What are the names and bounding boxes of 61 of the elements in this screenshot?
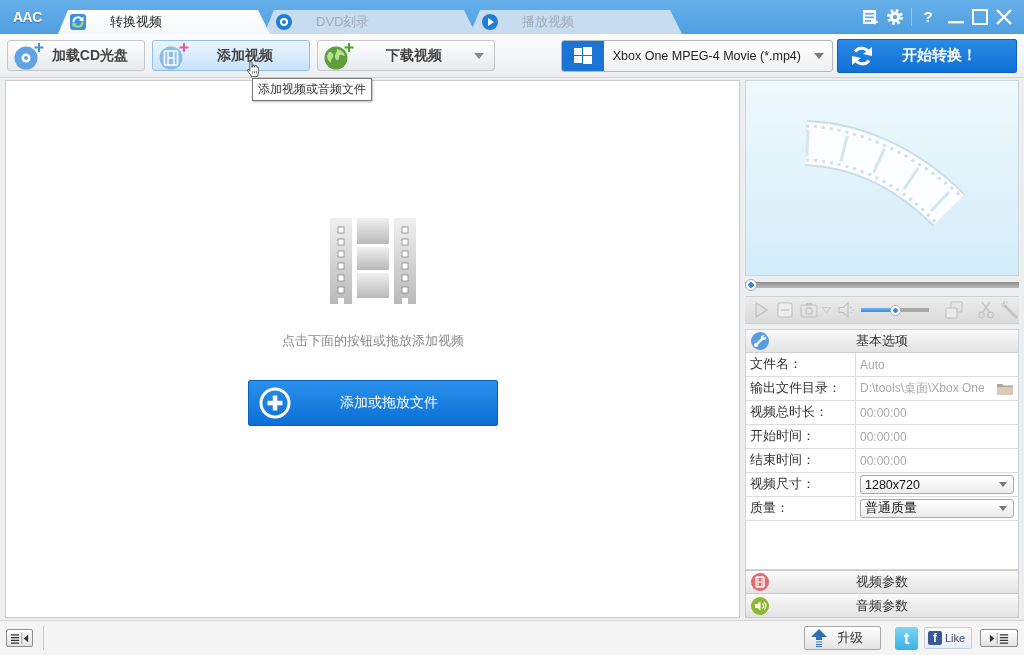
close-icon[interactable] [996,9,1012,25]
maximize-icon[interactable] [972,9,988,25]
right-arrow-list-icon [989,632,1009,644]
speaker-icon[interactable] [837,301,855,319]
wrench-icon [751,332,769,350]
up-arrow-icon [811,629,827,647]
tooltip: 添加视频或音频文件 [252,78,372,101]
toolbar-button[interactable]: 加载CD光盘 [7,40,145,71]
tab[interactable]: 转换视频 [58,10,270,34]
app-logo: AAC [13,9,43,25]
field-label: 质量： [746,497,856,521]
upgrade-button[interactable]: 升级 [804,626,881,650]
select-dropdown[interactable]: 1280x720 [860,475,1014,494]
logo-tile: f [928,631,942,645]
field-label: 输出文件目录： [746,377,856,401]
film-icon [751,573,769,591]
four-panes-icon [561,40,604,71]
accordion-header[interactable]: 音频参数 [745,594,1019,618]
drop-hint-text: 点击下面的按钮或拖放添加视频 [281,332,464,350]
select-dropdown[interactable]: 普通质量 [860,499,1014,518]
field-label: 结束时间： [746,449,856,473]
seek-thumb[interactable] [745,279,757,291]
panel-toggle-button[interactable] [980,629,1018,647]
globe-add-icon [323,41,354,70]
caret-icon [814,52,825,59]
field-label: 开始时间： [746,425,856,449]
film-add-icon [158,41,189,70]
accordion-header[interactable]: 基本选项 [746,330,1018,353]
caret-icon [999,506,1007,511]
camera-icon[interactable] [800,301,818,319]
stop-icon[interactable] [776,301,794,319]
caret-icon [999,482,1007,487]
scissors-icon[interactable] [977,301,995,319]
volume-thumb[interactable] [889,304,901,316]
magic-wand-icon[interactable] [1001,301,1019,319]
field-label: 文件名： [746,353,856,377]
hand-cursor-icon [246,61,259,77]
like-button[interactable]: f Like [924,627,972,649]
panel-toggle-button[interactable] [6,629,33,647]
caret-icon[interactable] [822,307,831,313]
speaker-icon [751,596,769,615]
disc-icon [276,14,292,30]
film-strip-icon [329,218,416,304]
notes-icon[interactable] [863,9,879,25]
list-left-arrow-icon [9,632,30,644]
add-files-button[interactable]: 添加或拖放文件 [247,380,498,426]
field-label: 视频总时长： [746,401,856,425]
play-icon[interactable] [752,301,770,319]
disc-add-icon [14,41,44,70]
settings-icon[interactable] [887,9,903,25]
seek-track[interactable] [745,279,1019,291]
play-icon [482,14,498,30]
sync-arrows-icon [70,14,86,30]
toolbar-button[interactable]: 添加视频 [151,40,310,71]
plus-circle-icon [258,387,291,419]
toolbar-button[interactable]: 下载视频 [316,40,495,71]
start-convert-button[interactable]: 开始转换！ [837,38,1017,73]
field-label: 视频尺寸： [746,473,856,497]
accordion-header[interactable]: 视频参数 [745,570,1019,594]
copy-icon[interactable] [945,301,963,319]
format-dropdown[interactable]: Xbox One MPEG-4 Movie (*.mp4) [560,39,834,72]
